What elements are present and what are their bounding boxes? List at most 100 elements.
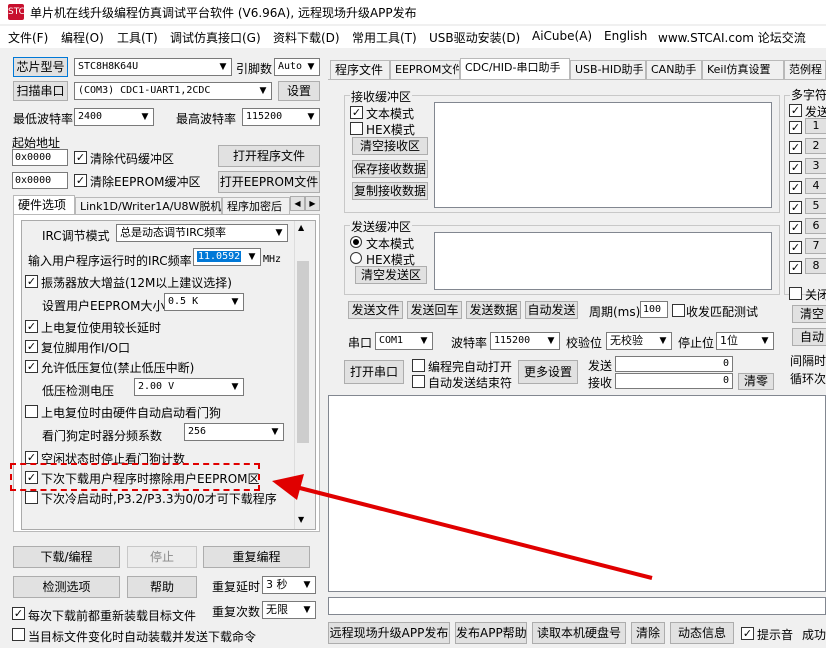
clear-recv-button[interactable]: 清空接收区 [352,137,428,155]
read-disk-button[interactable]: 读取本机硬盘号 [532,622,626,644]
clear-counts-button[interactable]: 清零 [738,373,774,390]
scroll-up-icon[interactable]: ▲ [298,223,304,232]
clear-send-button[interactable]: 清空发送区 [355,266,427,284]
send-hex-radio[interactable] [350,252,362,264]
dynamic-info-button[interactable]: 动态信息 [670,622,734,644]
help-button[interactable]: 帮助 [127,576,197,598]
multi-item-4-checkbox[interactable]: ✓ [789,181,802,194]
max-baud-select[interactable]: 115200 ▼ [242,108,320,126]
menu-common-tools[interactable]: 常用工具(T) [352,29,417,46]
menu-download[interactable]: 资料下载(D) [273,29,340,46]
multi-send-checkbox[interactable]: ✓ [789,104,802,117]
baud-select[interactable]: 115200 ▼ [490,332,560,350]
send-file-button[interactable]: 发送文件 [348,301,403,319]
stop-button[interactable]: 停止 [127,546,197,568]
tab-program-file[interactable]: 程序文件 [330,60,390,79]
open-program-button[interactable]: 打开程序文件 [218,145,320,167]
chip-type-button[interactable]: 芯片型号 [13,57,68,77]
send-data-button[interactable]: 发送数据 [466,301,521,319]
multi-item-8-button[interactable]: 8 [805,258,826,274]
lvr-checkbox[interactable]: ✓ [25,360,38,373]
send-textarea[interactable] [434,232,772,290]
tab-scroll-left-icon[interactable]: ◀ [290,196,305,211]
recv-text-checkbox[interactable]: ✓ [350,106,363,119]
multi-item-7-button[interactable]: 7 [805,238,826,254]
wdt-auto-checkbox[interactable] [25,405,38,418]
tip-sound-checkbox[interactable]: ✓ [741,627,754,640]
min-baud-select[interactable]: 2400 ▼ [74,108,154,126]
send-enter-button[interactable]: 发送回车 [407,301,462,319]
menu-file[interactable]: 文件(F) [8,29,48,46]
open-eeprom-button[interactable]: 打开EEPROM文件 [218,171,320,193]
osc-gain-checkbox[interactable]: ✓ [25,275,38,288]
clear-code-checkbox[interactable]: ✓ [74,151,87,164]
clear-all-button[interactable]: 清空 [792,305,826,323]
match-test-checkbox[interactable] [672,304,685,317]
multi-item-8-checkbox[interactable]: ✓ [789,261,802,274]
multi-item-5-checkbox[interactable]: ✓ [789,201,802,214]
stopbit-select[interactable]: 1位 ▼ [716,332,774,350]
code-addr-input[interactable]: 0x0000 [12,149,68,166]
serial-port-select[interactable]: COM1 ▼ [375,332,433,350]
period-input[interactable]: 100 [640,301,668,318]
multi-item-7-checkbox[interactable]: ✓ [789,241,802,254]
repeat-count-select[interactable]: 无限 ▼ [262,601,316,619]
multi-item-2-checkbox[interactable]: ✓ [789,141,802,154]
recv-textarea[interactable] [434,102,772,208]
irc-mode-select[interactable]: 总是动态调节IRC频率 ▼ [116,224,288,242]
multi-item-6-button[interactable]: 6 [805,218,826,234]
multi-item-3-checkbox[interactable]: ✓ [789,161,802,174]
tab-encrypt[interactable]: 程序加密后 [222,197,290,215]
more-settings-button[interactable]: 更多设置 [518,360,578,384]
settings-button[interactable]: 设置 [278,81,320,101]
multi-item-1-checkbox[interactable]: ✓ [789,121,802,134]
eeprom-addr-input[interactable]: 0x0000 [12,172,68,189]
wdt-div-select[interactable]: 256 ▼ [184,423,284,441]
menu-aicube[interactable]: AiCube(A) [532,29,592,43]
multi-item-2-button[interactable]: 2 [805,138,826,154]
menu-usb-driver[interactable]: USB驱动安装(D) [429,29,520,46]
remote-upgrade-button[interactable]: 远程现场升级APP发布 [328,622,450,644]
tab-keil[interactable]: Keil仿真设置 [702,60,784,79]
clear-log-button[interactable]: 清除 [631,622,665,644]
send-text-radio[interactable] [350,236,362,248]
auto-send-button[interactable]: 自动发送 [525,301,578,319]
multi-item-6-checkbox[interactable]: ✓ [789,221,802,234]
menu-program[interactable]: 编程(O) [61,29,104,46]
irc-freq-select[interactable]: 11.0592 ▼ [193,248,261,266]
menu-tools[interactable]: 工具(T) [117,29,158,46]
save-recv-button[interactable]: 保存接收数据 [352,160,428,178]
multi-item-1-button[interactable]: 1 [805,118,826,134]
p32-checkbox[interactable] [25,491,38,504]
lvd-select[interactable]: 2.00 V ▼ [134,378,244,396]
multi-item-5-button[interactable]: 5 [805,198,826,214]
menu-debug[interactable]: 调试仿真接口(G) [170,29,261,46]
reset-io-checkbox[interactable]: ✓ [25,340,38,353]
multi-item-4-button[interactable]: 4 [805,178,826,194]
parity-select[interactable]: 无校验 ▼ [606,332,672,350]
multi-item-3-button[interactable]: 3 [805,158,826,174]
tab-offline[interactable]: Link1D/Writer1A/U8W脱机 [75,197,222,215]
reload-checkbox[interactable]: ✓ [12,607,25,620]
close-checkbox[interactable] [789,287,802,300]
download-button[interactable]: 下载/编程 [13,546,120,568]
auto-load-checkbox[interactable] [12,628,25,641]
check-options-button[interactable]: 检测选项 [13,576,120,598]
long-delay-checkbox[interactable]: ✓ [25,320,38,333]
tab-eeprom-file[interactable]: EEPROM文件 [390,60,460,79]
tab-serial-assistant[interactable]: CDC/HID-串口助手 [460,58,570,79]
tab-can[interactable]: CAN助手 [646,60,702,79]
menu-forum[interactable]: www.STCAI.com 论坛交流 [658,29,806,46]
auto-loop-button[interactable]: 自动 [792,328,826,346]
eeprom-size-select[interactable]: 0.5 K ▼ [164,293,244,311]
auto-open-checkbox[interactable] [412,359,425,372]
tab-usb-hid[interactable]: USB-HID助手 [570,60,646,79]
menu-english[interactable]: English [604,29,647,43]
scrollbar-thumb[interactable] [297,261,309,443]
pin-count-select[interactable]: Auto ▼ [274,58,320,76]
open-port-button[interactable]: 打开串口 [344,360,404,384]
tab-scroll-right-icon[interactable]: ▶ [305,196,320,211]
tab-examples[interactable]: 范例程 [784,60,826,79]
tab-hardware-options[interactable]: 硬件选项 [13,195,75,215]
copy-recv-button[interactable]: 复制接收数据 [352,182,428,200]
